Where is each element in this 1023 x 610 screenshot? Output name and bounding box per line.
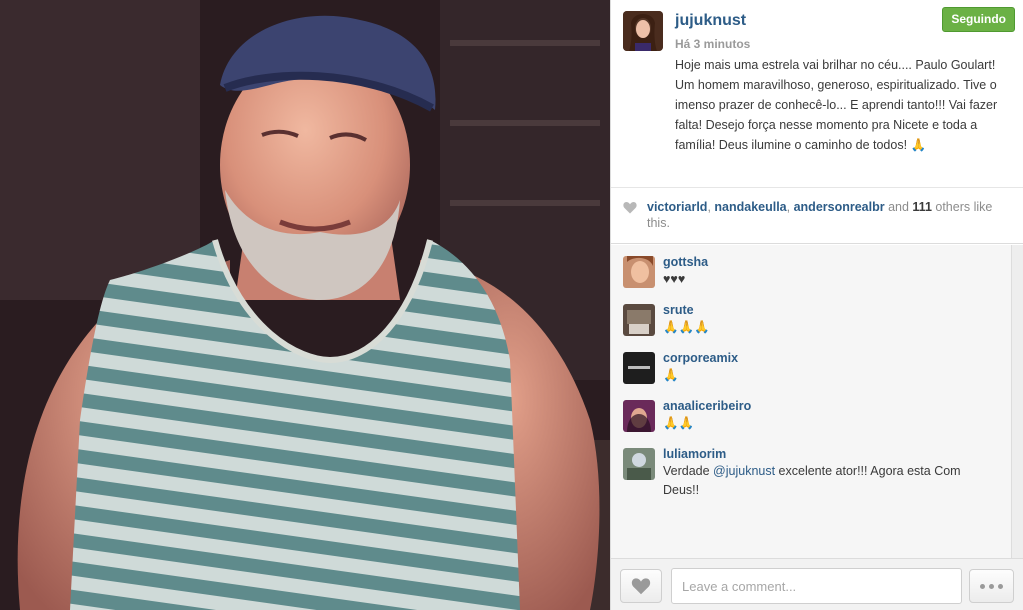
- avatar[interactable]: [623, 11, 663, 51]
- commenter-avatar[interactable]: [623, 448, 655, 480]
- list-item: gottsha ♥♥♥: [611, 255, 1011, 301]
- commenter-avatar-image: [623, 448, 655, 480]
- commenter-avatar[interactable]: [623, 256, 655, 288]
- commenter-username[interactable]: corporeamix: [663, 351, 738, 365]
- list-item: corporeamix 🙏: [611, 351, 1011, 397]
- comment-text: 🙏🙏: [663, 416, 695, 430]
- commenter-avatar[interactable]: [623, 400, 655, 432]
- likes-text: victoriarld, nandakeulla, andersonrealbr…: [647, 199, 1007, 231]
- comment-text-part: Verdade: [663, 464, 714, 478]
- more-options-button[interactable]: [969, 569, 1014, 603]
- post-photo[interactable]: [0, 0, 610, 610]
- comment-input[interactable]: [671, 568, 962, 604]
- commenter-username[interactable]: luliamorim: [663, 447, 726, 461]
- comments-list: gottsha ♥♥♥ srute 🙏🙏🙏 corporeamix 🙏 anaa…: [611, 245, 1011, 558]
- liker-link[interactable]: nandakeulla: [714, 200, 786, 214]
- post-timestamp: Há 3 minutos: [675, 37, 751, 51]
- post-caption: Hoje mais uma estrela vai brilhar no céu…: [675, 58, 998, 152]
- post-header: jujuknust Há 3 minutos Seguindo Hoje mai…: [611, 0, 1023, 188]
- like-button[interactable]: [620, 569, 662, 603]
- avatar-image: [623, 11, 663, 51]
- heart-icon: [623, 202, 637, 214]
- liker-link[interactable]: andersonrealbr: [794, 200, 885, 214]
- list-item: srute 🙏🙏🙏: [611, 303, 1011, 349]
- post-details-panel: jujuknust Há 3 minutos Seguindo Hoje mai…: [610, 0, 1023, 610]
- comment-text: 🙏: [663, 368, 679, 382]
- comments-scrollbar[interactable]: [1011, 245, 1023, 558]
- commenter-avatar[interactable]: [623, 304, 655, 336]
- comments-section: gottsha ♥♥♥ srute 🙏🙏🙏 corporeamix 🙏 anaa…: [611, 245, 1023, 558]
- commenter-avatar-image: [623, 400, 655, 432]
- post-photo-illustration: [0, 0, 610, 610]
- liker-link[interactable]: victoriarld: [647, 200, 707, 214]
- likes-summary: victoriarld, nandakeulla, andersonrealbr…: [611, 188, 1023, 244]
- commenter-avatar-image: [623, 304, 655, 336]
- commenter-username[interactable]: srute: [663, 303, 694, 317]
- ellipsis-icon: [989, 583, 994, 589]
- list-item: anaaliceribeiro 🙏🙏: [611, 399, 1011, 445]
- heart-icon: [631, 578, 651, 595]
- likes-count[interactable]: 111: [912, 200, 931, 214]
- comment-text: Verdade @jujuknust excelente ator!!! Ago…: [663, 462, 998, 500]
- following-button[interactable]: Seguindo: [942, 7, 1015, 32]
- list-item: luliamorim Verdade @jujuknust excelente …: [611, 447, 1011, 507]
- ellipsis-icon: [998, 583, 1003, 589]
- comment-text: 🙏🙏🙏: [663, 320, 710, 334]
- commenter-username[interactable]: anaaliceribeiro: [663, 399, 751, 413]
- ellipsis-icon: [980, 583, 985, 589]
- commenter-avatar-image: [623, 352, 655, 384]
- post-username[interactable]: jujuknust: [675, 12, 746, 30]
- likes-and-label: and: [884, 200, 913, 214]
- likes-separator: ,: [786, 200, 794, 214]
- comment-text: ♥♥♥: [663, 272, 686, 286]
- commenter-avatar[interactable]: [623, 352, 655, 384]
- comment-footer: [611, 558, 1023, 610]
- mention-link[interactable]: @jujuknust: [713, 464, 775, 478]
- commenter-username[interactable]: gottsha: [663, 255, 708, 269]
- commenter-avatar-image: [623, 256, 655, 288]
